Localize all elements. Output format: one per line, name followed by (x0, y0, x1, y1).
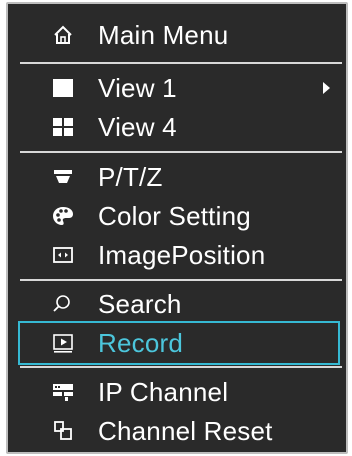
menu-item-label: Search (98, 289, 182, 319)
menu-item-search[interactable]: Search (8, 284, 346, 324)
menu-item-record[interactable]: Record (8, 321, 346, 365)
menu-item-label: Channel Reset (98, 416, 273, 446)
menu-item-label: Main Menu (98, 20, 229, 50)
context-menu: Main Menu View 1 View 4 P/T/Z Color Sett… (6, 2, 348, 454)
menu-divider (20, 62, 342, 64)
record-icon (52, 332, 74, 354)
menu-item-channel-reset[interactable]: Channel Reset (8, 411, 346, 451)
menu-item-color-setting[interactable]: Color Setting (8, 196, 346, 236)
image-position-icon (52, 244, 74, 266)
channel-reset-icon (52, 420, 74, 442)
menu-item-main-menu[interactable]: Main Menu (8, 15, 346, 55)
menu-item-label: View 1 (98, 73, 177, 103)
menu-item-view-1[interactable]: View 1 (8, 68, 346, 108)
menu-item-label: Record (98, 328, 184, 358)
menu-item-label: ImagePosition (98, 240, 266, 270)
menu-item-label: Color Setting (98, 201, 251, 231)
menu-item-label: View 4 (98, 112, 177, 142)
menu-item-image-position[interactable]: ImagePosition (8, 235, 346, 275)
search-icon (52, 293, 74, 315)
home-icon (52, 24, 74, 46)
single-square-icon (52, 77, 74, 99)
ptz-camera-icon (52, 166, 74, 188)
quad-grid-icon (52, 116, 74, 138)
ip-channel-icon (52, 381, 74, 403)
menu-item-ip-channel[interactable]: IP Channel (8, 372, 346, 412)
menu-item-ptz[interactable]: P/T/Z (8, 157, 346, 197)
menu-divider (20, 279, 342, 281)
menu-divider (20, 366, 342, 368)
palette-icon (52, 205, 74, 227)
menu-item-label: IP Channel (98, 377, 229, 407)
menu-divider (20, 151, 342, 153)
menu-item-view-4[interactable]: View 4 (8, 107, 346, 147)
menu-item-label: P/T/Z (98, 162, 163, 192)
submenu-arrow-icon (323, 82, 330, 94)
